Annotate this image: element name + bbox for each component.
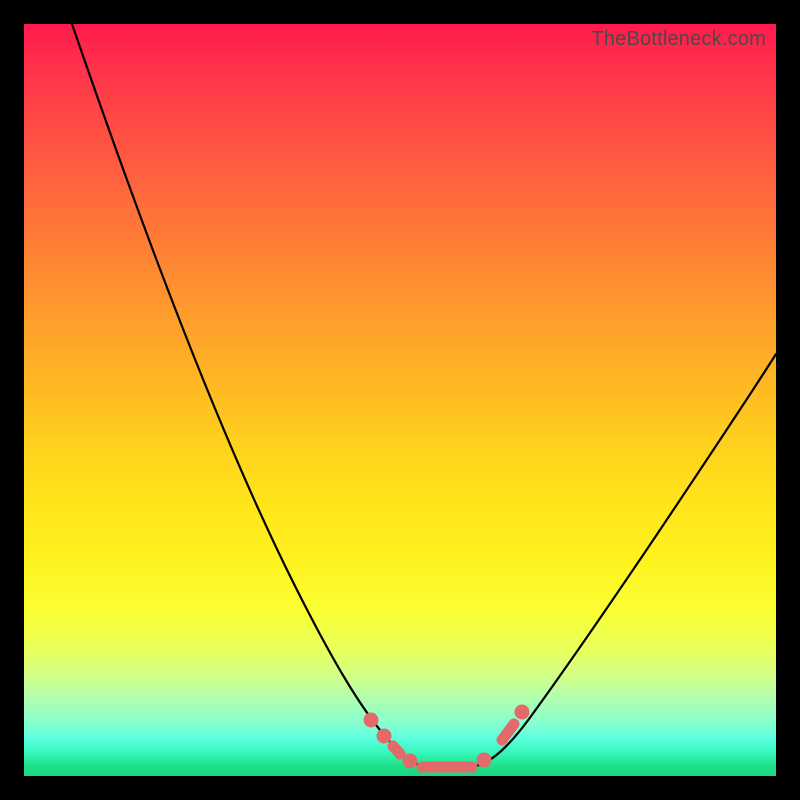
curve-layer	[24, 24, 776, 776]
left-branch	[72, 24, 422, 766]
bead	[377, 729, 391, 743]
bead	[403, 754, 417, 768]
right-branch	[476, 354, 776, 766]
bead-segment	[393, 746, 400, 754]
outer-frame: TheBottleneck.com	[0, 0, 800, 800]
bead	[477, 753, 491, 767]
bead	[515, 705, 529, 719]
plot-area: TheBottleneck.com	[24, 24, 776, 776]
bead	[364, 713, 378, 727]
bead-segment	[502, 724, 514, 740]
